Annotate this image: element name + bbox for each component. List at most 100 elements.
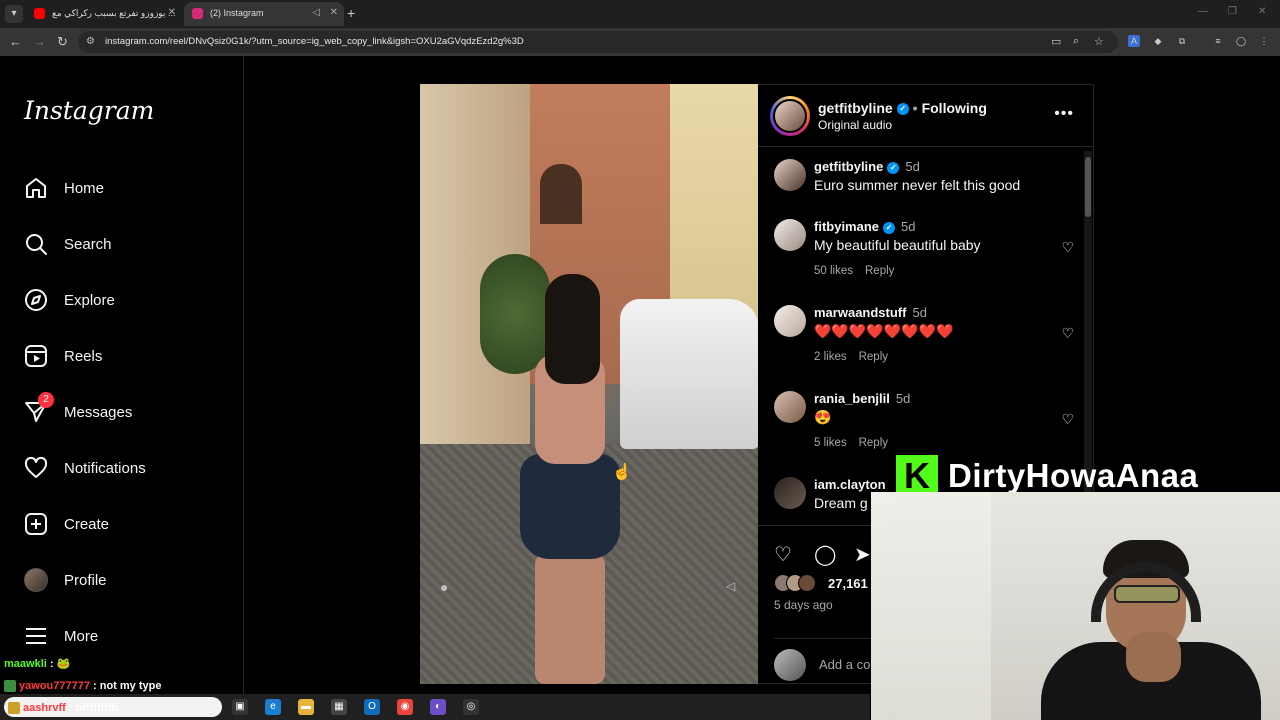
edge-icon[interactable]: e bbox=[265, 699, 281, 715]
avatar[interactable] bbox=[774, 477, 806, 509]
puzzle-extensions-icon[interactable]: ⧉ bbox=[1176, 35, 1188, 47]
story-ring[interactable] bbox=[770, 96, 810, 136]
avatar[interactable] bbox=[774, 219, 806, 251]
nav-messages[interactable]: 2 Messages bbox=[24, 392, 224, 432]
obs-icon[interactable]: ◎ bbox=[463, 699, 479, 715]
media-controls-icon[interactable]: ≡ bbox=[1212, 35, 1224, 47]
username[interactable]: getfitbyline bbox=[814, 159, 883, 174]
new-tab-icon[interactable]: + bbox=[347, 5, 355, 21]
more-options-icon[interactable]: ••• bbox=[1054, 105, 1074, 123]
username[interactable]: rania_benjlil bbox=[814, 391, 890, 406]
streamer-name: DirtyHowaAnaa bbox=[948, 457, 1199, 494]
comment-author: fitbyimane ✓ 5d bbox=[814, 219, 915, 234]
username[interactable]: marwaandstuff bbox=[814, 305, 906, 320]
taskbar: ▣ e ▬ ▦ O ◉ ◐ ◎ bbox=[0, 694, 870, 720]
nav-label: Create bbox=[64, 515, 110, 533]
app-icon[interactable]: ◐ bbox=[430, 699, 446, 715]
username[interactable]: iam.clayton bbox=[814, 477, 886, 492]
outlook-icon[interactable]: O bbox=[364, 699, 380, 715]
like-comment-icon[interactable]: ♡ bbox=[1061, 325, 1074, 342]
chat-message: maawkli : 🐸 bbox=[4, 657, 70, 670]
nav-search[interactable]: Search bbox=[24, 224, 224, 264]
like-comment-icon[interactable]: ♡ bbox=[1061, 411, 1074, 428]
avatar bbox=[24, 568, 48, 592]
author-username[interactable]: getfitbyline bbox=[818, 100, 893, 116]
site-info-icon[interactable]: ⚙ bbox=[86, 36, 95, 47]
avatar[interactable] bbox=[774, 305, 806, 337]
nav-explore[interactable]: Explore bbox=[24, 280, 224, 320]
extension-icon[interactable]: ◆ bbox=[1152, 35, 1164, 47]
close-tab-icon[interactable]: ✕ bbox=[330, 7, 338, 18]
tab-list-button[interactable]: ▾ bbox=[5, 5, 23, 23]
address-bar[interactable]: ⚙ instagram.com/reel/DNvQsiz0G1k/?utm_so… bbox=[78, 31, 1118, 53]
nav-reels[interactable]: Reels bbox=[24, 336, 224, 376]
avatar[interactable] bbox=[774, 159, 806, 191]
reply-button[interactable]: Reply bbox=[859, 351, 888, 363]
comment-icon[interactable]: ◯ bbox=[814, 542, 836, 567]
browser-menu-icon[interactable]: ⋮ bbox=[1258, 35, 1270, 47]
share-icon[interactable]: ➤ bbox=[854, 542, 871, 567]
instagram-logo[interactable]: Instagram bbox=[24, 96, 154, 125]
comment-time: 5d bbox=[905, 159, 920, 174]
scrollbar-thumb[interactable] bbox=[1085, 157, 1091, 217]
chat-text: 🐸 bbox=[53, 658, 71, 670]
browser-tab-bar: ▾ يوزوزو تفرتع بسبب ركراكي مع ... ✕ (2) … bbox=[0, 0, 1280, 28]
profile-icon[interactable]: ◯ bbox=[1235, 35, 1247, 47]
chat-badge-icon bbox=[8, 702, 20, 715]
username[interactable]: fitbyimane bbox=[814, 219, 879, 234]
like-comment-icon[interactable]: ♡ bbox=[1061, 239, 1074, 256]
nav-profile[interactable]: Profile bbox=[24, 560, 224, 600]
compass-icon bbox=[25, 289, 47, 311]
avatar[interactable] bbox=[774, 391, 806, 423]
nav-home[interactable]: Home bbox=[24, 168, 224, 208]
store-icon[interactable]: ▦ bbox=[331, 699, 347, 715]
audio-toggle-icon[interactable]: ◁ bbox=[726, 579, 735, 593]
reel-video[interactable]: ● ◁ bbox=[420, 84, 759, 684]
install-app-icon[interactable]: ▭ bbox=[1051, 35, 1061, 48]
tagged-users-icon[interactable]: ● bbox=[440, 579, 448, 595]
nav-label: Notifications bbox=[64, 459, 146, 477]
chrome-icon[interactable]: ◉ bbox=[397, 699, 413, 715]
chat-badge-icon bbox=[4, 680, 16, 693]
file-explorer-icon[interactable]: ▬ bbox=[298, 699, 314, 715]
chat-separator: : bbox=[65, 702, 73, 714]
video-scene bbox=[540, 164, 582, 224]
nav-create[interactable]: Create bbox=[24, 504, 224, 544]
comment-likes[interactable]: 2 likes bbox=[814, 351, 847, 363]
nav-more[interactable]: More bbox=[24, 616, 224, 656]
liker-avatars[interactable] bbox=[774, 574, 822, 592]
bookmark-star-icon[interactable]: ☆ bbox=[1094, 35, 1104, 48]
window-close-icon[interactable]: ✕ bbox=[1258, 6, 1266, 17]
comment-text: 😍 bbox=[814, 409, 832, 425]
reload-icon[interactable]: ↻ bbox=[57, 34, 68, 50]
nav-notifications[interactable]: Notifications bbox=[24, 448, 224, 488]
verified-badge-icon: ✓ bbox=[896, 103, 909, 116]
reply-button[interactable]: Reply bbox=[865, 265, 894, 277]
zoom-icon[interactable]: ⌕ bbox=[1073, 35, 1079, 48]
comment-likes[interactable]: 5 likes bbox=[814, 437, 847, 449]
comment-likes[interactable]: 50 likes bbox=[814, 265, 853, 277]
minimize-icon[interactable]: — bbox=[1198, 6, 1208, 17]
comment-time: 5d bbox=[912, 305, 927, 320]
url-text: instagram.com/reel/DNvQsiz0G1k/?utm_sour… bbox=[105, 36, 524, 47]
likes-count[interactable]: 27,161 bbox=[828, 576, 868, 591]
browser-tab[interactable]: يوزوزو تفرتع بسبب ركراكي مع ... ✕ bbox=[26, 2, 182, 26]
post-header: getfitbyline ✓ • Following Original audio •… bbox=[758, 85, 1094, 147]
reply-button[interactable]: Reply bbox=[859, 437, 888, 449]
caption-text: Euro summer never felt this good bbox=[814, 177, 1021, 193]
task-view-icon[interactable]: ▣ bbox=[232, 699, 248, 715]
post-date[interactable]: 5 days ago bbox=[774, 598, 833, 612]
browser-tab-active[interactable]: (2) Instagram ◁ ✕ bbox=[184, 2, 344, 26]
speaker-icon[interactable]: ◁ bbox=[312, 7, 320, 18]
back-icon[interactable]: ← bbox=[9, 34, 22, 49]
audio-link[interactable]: Original audio bbox=[818, 118, 892, 132]
like-icon[interactable]: ♡ bbox=[774, 542, 792, 567]
youtube-favicon-icon bbox=[34, 8, 45, 19]
maximize-icon[interactable]: ❐ bbox=[1228, 6, 1237, 17]
chat-username: aashrvff bbox=[23, 702, 66, 714]
translate-extension-icon[interactable]: A bbox=[1128, 35, 1140, 47]
following-button[interactable]: Following bbox=[922, 100, 987, 116]
comment-input[interactable]: Add a co bbox=[819, 657, 870, 672]
close-tab-icon[interactable]: ✕ bbox=[168, 7, 176, 18]
forward-icon[interactable]: → bbox=[33, 34, 46, 49]
